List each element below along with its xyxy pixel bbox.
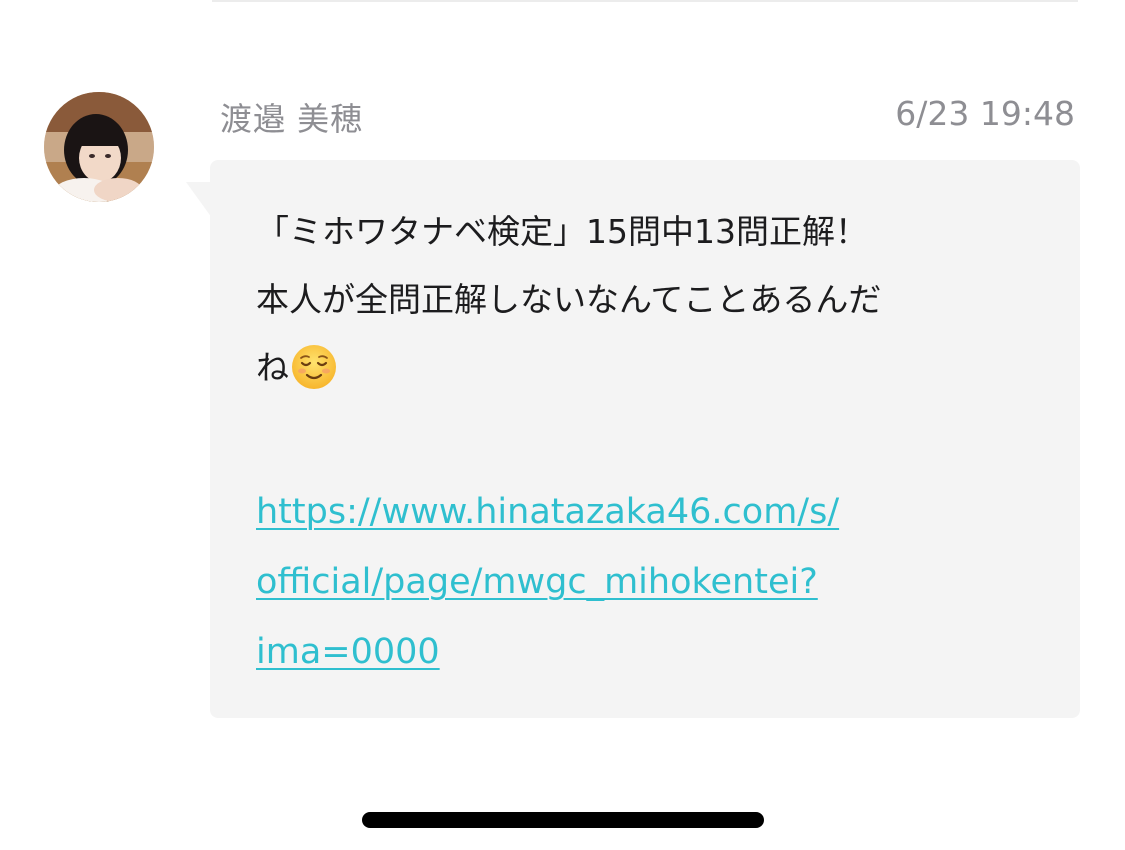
message-link-line-2[interactable]: official/page/mwgc_mihokentei? (256, 560, 818, 604)
bubble-tail (186, 182, 212, 218)
home-indicator[interactable] (362, 812, 764, 828)
message-link-line-3[interactable]: ima=0000 (256, 630, 440, 674)
sender-name: 渡邉 美穂 (220, 100, 364, 138)
avatar[interactable] (44, 92, 154, 202)
message-timestamp: 6/23 19:48 (895, 94, 1075, 133)
message-line-3-text: ね (256, 348, 289, 387)
avatar-photo-icon (44, 92, 154, 202)
message-line-3: ね (256, 344, 337, 390)
message-link-line-1[interactable]: https://www.hinatazaka46.com/s/ (256, 490, 839, 534)
divider (212, 0, 1078, 2)
message-line-2: 本人が全問正解しないなんてことあるんだ (256, 280, 882, 319)
message-bubble: 「ミホワタナベ検定」15問中13問正解！ 本人が全問正解しないなんてことあるんだ… (210, 160, 1080, 718)
chat-screen: 渡邉 美穂 6/23 19:48 「ミホワタナベ検定」15問中13問正解！ 本人… (0, 0, 1125, 850)
relieved-face-icon (291, 344, 337, 390)
message-line-1: 「ミホワタナベ検定」15問中13問正解！ (256, 212, 868, 251)
